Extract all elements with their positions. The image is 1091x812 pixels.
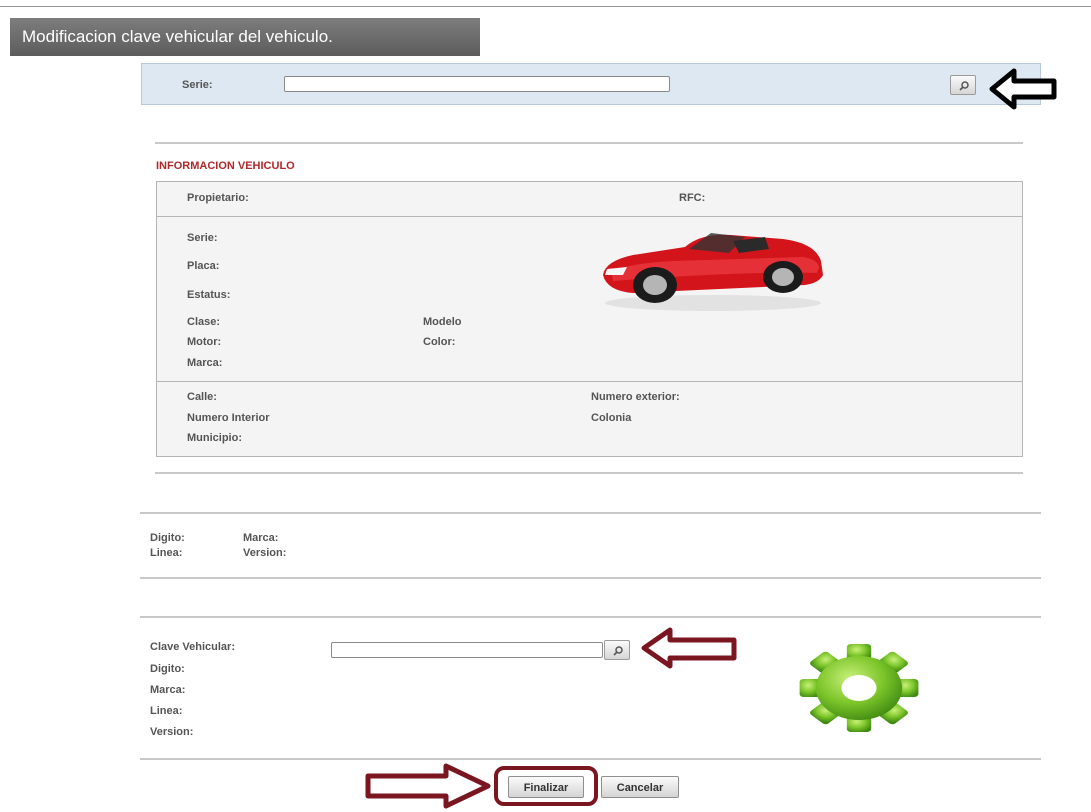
clave-search-button[interactable] <box>604 640 630 660</box>
divider <box>140 616 1041 618</box>
motor-label: Motor: <box>187 336 222 348</box>
left-arrow-icon <box>989 68 1057 110</box>
numero-exterior-label: Numero exterior: <box>591 391 680 403</box>
calle-label: Calle: <box>187 391 217 403</box>
new-marca-label: Marca: <box>150 684 186 696</box>
car-icon <box>603 233 823 311</box>
page-title: Modificacion clave vehicular del vehicul… <box>10 18 480 56</box>
new-version-label: Version: <box>150 726 194 738</box>
search-icon <box>959 81 969 91</box>
clave-vehicular-input[interactable] <box>331 642 603 658</box>
new-linea-label: Linea: <box>150 705 183 717</box>
divider <box>155 472 1023 474</box>
marca-label: Marca: <box>187 357 223 369</box>
placa-label: Placa: <box>187 260 220 272</box>
propietario-label: Propietario: <box>187 192 249 204</box>
estatus-label: Estatus: <box>187 289 231 301</box>
right-arrow-icon <box>365 763 491 809</box>
new-digito-label: Digito: <box>150 663 185 675</box>
current-version-label: Version: <box>243 547 287 559</box>
serie-label: Serie: <box>187 232 218 244</box>
colonia-label: Colonia <box>591 412 632 424</box>
divider <box>140 512 1041 514</box>
current-linea-label: Linea: <box>150 547 183 559</box>
serie-search-panel: Serie: <box>141 63 1041 105</box>
top-divider <box>0 6 1091 7</box>
gear-icon <box>799 644 919 732</box>
modelo-label: Modelo <box>423 316 462 328</box>
current-marca-label: Marca: <box>243 532 279 544</box>
serie-search-button[interactable] <box>950 75 976 95</box>
vehicle-details-box: Serie: Placa: Estatus: Clase: Modelo Mot… <box>156 216 1023 382</box>
vehicle-info-title: INFORMACION VEHICULO <box>156 160 295 172</box>
numero-interior-label: Numero Interior <box>187 412 270 424</box>
color-label: Color: <box>423 336 456 348</box>
clase-label: Clase: <box>187 316 221 328</box>
divider <box>140 577 1041 579</box>
current-digito-label: Digito: <box>150 532 185 544</box>
serie-search-input[interactable] <box>284 76 670 92</box>
rfc-label: RFC: <box>679 192 706 204</box>
owner-box: Propietario: RFC: <box>156 181 1023 217</box>
municipio-label: Municipio: <box>187 432 242 444</box>
search-icon <box>613 646 623 656</box>
divider <box>155 142 1023 144</box>
divider <box>140 758 1041 760</box>
finalizar-button[interactable]: Finalizar <box>508 776 584 798</box>
clave-vehicular-label: Clave Vehicular: <box>150 641 235 653</box>
serie-search-label: Serie: <box>182 79 213 91</box>
cancelar-button[interactable]: Cancelar <box>601 776 679 798</box>
left-arrow-icon <box>641 627 737 669</box>
address-box: Calle: Numero exterior: Numero Interior … <box>156 381 1023 457</box>
